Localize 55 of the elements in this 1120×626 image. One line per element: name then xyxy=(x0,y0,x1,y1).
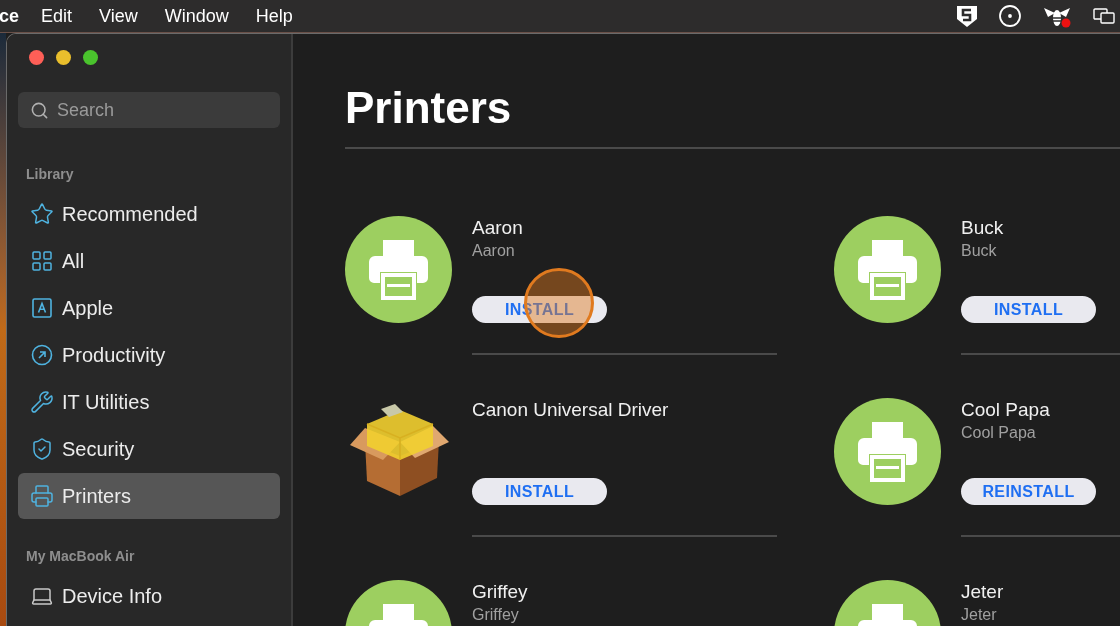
grid-icon xyxy=(30,249,54,273)
printer-icon xyxy=(834,398,941,505)
item-subtitle: Buck xyxy=(961,241,998,261)
sidebar-item-label: Recommended xyxy=(62,202,198,227)
record-icon[interactable] xyxy=(998,4,1022,28)
screens-icon[interactable] xyxy=(1092,6,1116,26)
sidebar-item[interactable]: Device Info xyxy=(18,573,280,619)
sidebar-item[interactable]: Recommended xyxy=(18,191,280,237)
item-name: Cool Papa xyxy=(961,398,1051,422)
sidebar-item-label: Printers xyxy=(62,484,131,509)
sidebar-item[interactable]: Printers xyxy=(18,473,280,519)
printer-icon xyxy=(834,216,941,323)
sidebar-item-label: Security xyxy=(62,437,135,462)
shield-check-icon xyxy=(30,437,54,461)
sidebar-item-label: All xyxy=(62,249,85,274)
printer-icon xyxy=(30,484,54,508)
search-field[interactable]: Search xyxy=(18,92,280,128)
page-title: Printers xyxy=(345,82,513,134)
wrench-icon xyxy=(30,390,54,414)
item-subtitle: Aaron xyxy=(472,241,516,261)
sidebar-item[interactable]: Apple xyxy=(18,285,280,331)
minimize-button[interactable] xyxy=(56,50,71,65)
install-button[interactable]: REINSTALL xyxy=(961,478,1096,505)
close-button[interactable] xyxy=(29,50,44,65)
shield-badge-icon[interactable] xyxy=(956,4,978,28)
sidebar-item-label: Apple xyxy=(62,296,114,321)
item-name: Jeter xyxy=(961,580,1005,604)
letter-square-icon xyxy=(30,296,54,320)
sidebar-item[interactable]: IT Utilities xyxy=(18,379,280,425)
menu-item[interactable]: Help xyxy=(255,2,293,30)
sidebar-item-label: IT Utilities xyxy=(62,390,150,415)
item-name: Aaron xyxy=(472,216,524,240)
install-button[interactable]: INSTALL xyxy=(472,478,607,505)
item-name: Buck xyxy=(961,216,1005,240)
sidebar-item-label: Device Info xyxy=(62,584,163,609)
app-name-menu[interactable]: ce xyxy=(0,2,20,30)
section-header: Library xyxy=(25,165,75,184)
sidebar-item[interactable]: Security xyxy=(18,426,280,472)
menu-item[interactable]: View xyxy=(99,2,138,30)
item-subtitle: Jeter xyxy=(961,605,998,625)
install-button[interactable]: INSTALL xyxy=(961,296,1096,323)
star-icon xyxy=(30,202,54,226)
zoom-button[interactable] xyxy=(83,50,98,65)
item-name: Griffey xyxy=(472,580,529,604)
sidebar-item[interactable]: All xyxy=(18,238,280,284)
item-subtitle: Griffey xyxy=(472,605,520,625)
item-subtitle: Cool Papa xyxy=(961,423,1037,443)
search-icon xyxy=(30,101,49,120)
sidebar-item-label: Productivity xyxy=(62,343,166,368)
printer-icon xyxy=(345,216,452,323)
sidebar-item[interactable]: Productivity xyxy=(18,332,280,378)
menu-item[interactable]: Window xyxy=(164,2,229,30)
menu-item[interactable]: Edit xyxy=(41,2,73,30)
section-header: My MacBook Air xyxy=(25,547,136,566)
item-name: Canon Universal Driver xyxy=(472,398,670,422)
